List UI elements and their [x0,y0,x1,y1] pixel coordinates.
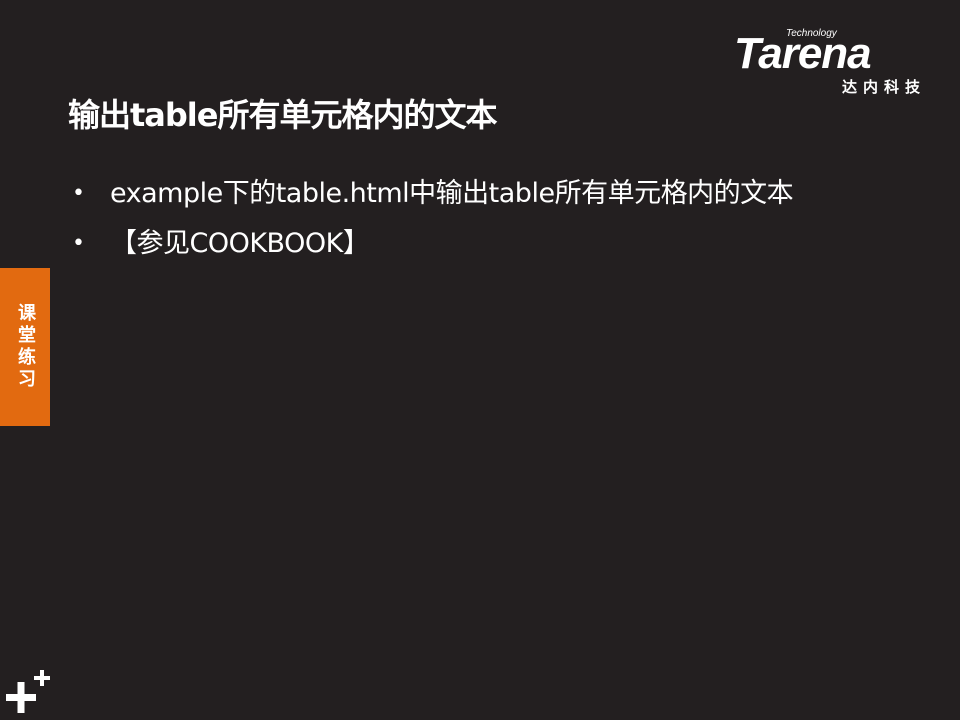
bullet-item: • example下的table.html中输出table所有单元格内的文本 [72,176,902,212]
side-tab-classroom-exercise: 课堂练习 [0,268,50,426]
logo-chinese-text: 达内科技 [841,78,926,96]
slide-title: 输出table所有单元格内的文本 [68,96,497,134]
tarena-logo: Technology Tarena 达内科技 [734,28,930,98]
bullet-text: example下的table.html中输出table所有单元格内的文本 [110,178,794,209]
logo-wordmark: Tarena [734,29,872,78]
bullet-text: 【参见COOKBOOK】 [110,228,370,259]
bullet-dot-icon: • [72,181,85,206]
bullet-item: • 【参见COOKBOOK】 [72,226,902,262]
bullet-dot-icon: • [72,231,85,256]
plus-plus-icon [6,670,50,713]
bullet-list: • example下的table.html中输出table所有单元格内的文本 •… [72,176,902,276]
side-tab-label: 课堂练习 [15,303,36,391]
